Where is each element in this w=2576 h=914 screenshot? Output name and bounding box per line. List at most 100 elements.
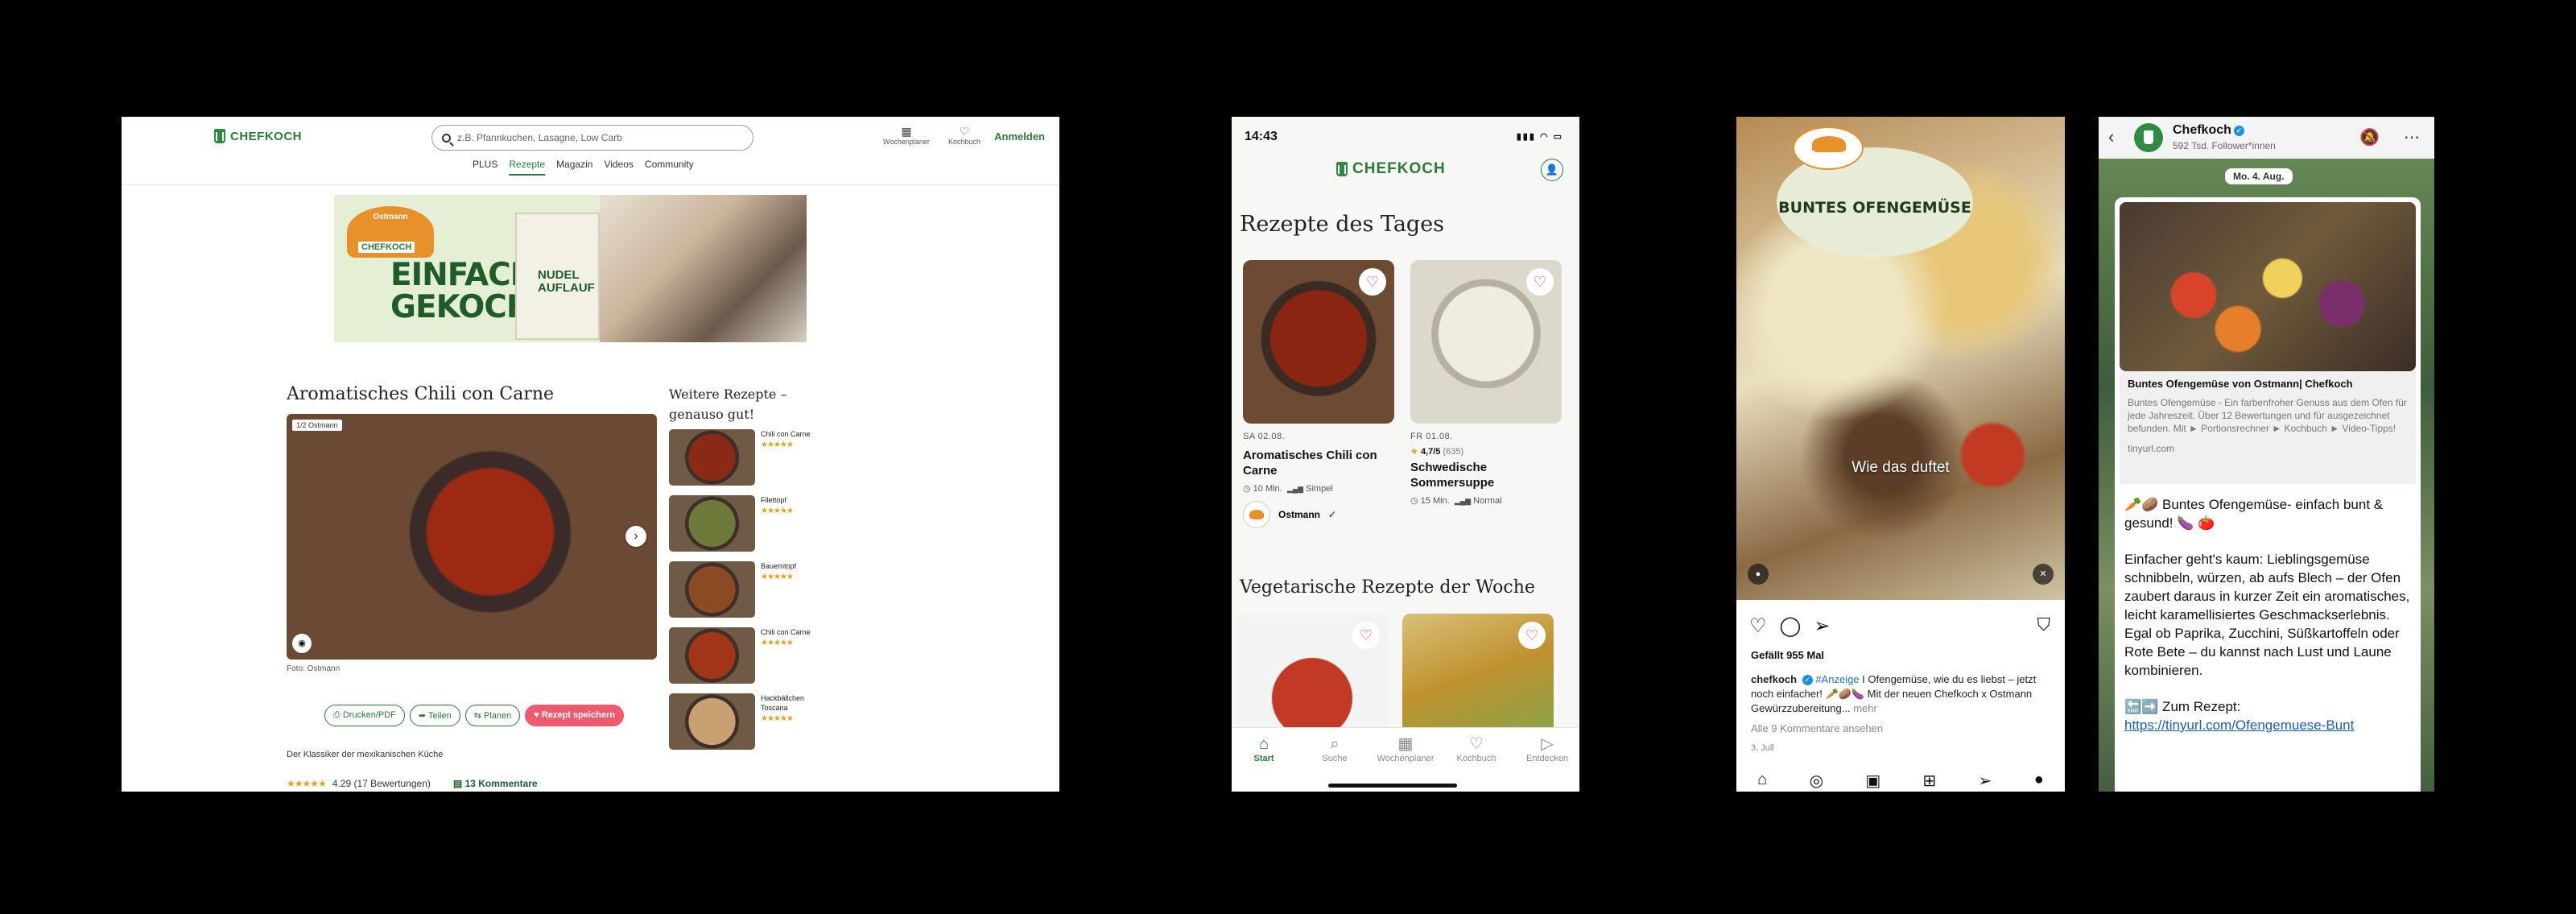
like-icon[interactable]: ♡: [1749, 614, 1767, 638]
preview-domain: tinyurl.com: [2128, 443, 2175, 454]
recipe-link-line: 🔚➡️ Zum Rezept: https://tinyurl.com/Ofen…: [2124, 697, 2414, 734]
rating-stars: ★★★★★: [287, 778, 327, 789]
related-recipe-item[interactable]: Chili con Carne ★★★★★: [669, 627, 814, 685]
tab-suche[interactable]: ⌕ Suche: [1302, 734, 1367, 763]
recipe-hero-image[interactable]: [287, 414, 657, 660]
recipe-subtitle: Der Klassiker der mexikanischen Küche: [287, 750, 444, 759]
favorite-heart-icon[interactable]: ♡: [1359, 268, 1386, 296]
tab-wochenplaner[interactable]: ▦ Wochenplaner: [1373, 734, 1438, 763]
nav-community[interactable]: Community: [645, 159, 694, 176]
link-preview[interactable]: Buntes Ofengemüse von Ostmann| Chefkoch …: [2120, 371, 2416, 484]
heart-icon: ♡: [1469, 735, 1484, 753]
add-icon[interactable]: ⊞: [1923, 771, 1937, 792]
desktop-website: CHEFKOCH z.B. Pfannkuchen, Lasagne, Low …: [122, 117, 1059, 792]
verified-badge-icon: ✓: [1802, 675, 1813, 685]
mute-bell-icon[interactable]: 🔕: [2359, 127, 2380, 147]
tab-label: Entdecken: [1526, 754, 1568, 763]
recipe-thumbnail: [669, 429, 755, 486]
related-recipe-item[interactable]: Bauerntopf ★★★★★: [669, 561, 814, 619]
tab-start[interactable]: ⌂ Start: [1232, 734, 1296, 763]
chef-pot-icon: [1336, 162, 1348, 176]
favorite-heart-icon[interactable]: ♡: [1352, 622, 1380, 649]
recipe-action-buttons: ⎙ Drucken/PDF ➦ Teilen ⇆ Planen ♥ Rezept…: [324, 705, 624, 726]
signal-battery-icon: ▮▮▮ ◠ ▭: [1516, 132, 1563, 142]
difficulty-icon: ▂▄▆: [1454, 497, 1472, 505]
related-recipe-item[interactable]: Hackbällchen Toscana ★★★★★: [669, 693, 814, 751]
channel-avatar[interactable]: [2134, 123, 2163, 152]
channel-name-text: Chefkoch: [2173, 123, 2231, 137]
nav-magazin[interactable]: Magazin: [556, 159, 592, 176]
screenshot-stage: CHEFKOCH z.B. Pfannkuchen, Lasagne, Low …: [0, 0, 2576, 914]
nav-rezepte[interactable]: Rezepte: [509, 159, 546, 176]
username[interactable]: chefkoch: [1751, 673, 1797, 685]
ad-tag[interactable]: #Anzeige: [1815, 673, 1859, 685]
user-tag-icon[interactable]: ●: [1748, 564, 1769, 585]
wochenplaner-label: Wochenplaner: [883, 138, 930, 146]
message-headline: 🥕🥔 Buntes Ofengemüse- einfach bunt & ges…: [2124, 497, 2384, 531]
card-level: Simpel: [1306, 484, 1333, 494]
wochenplaner-link[interactable]: ▦ Wochenplaner: [883, 125, 930, 146]
share-button[interactable]: ➦ Teilen: [409, 705, 460, 726]
followers-count: 592 Tsd. Follower*innen: [2173, 140, 2276, 151]
link-preview-image[interactable]: [2120, 202, 2416, 371]
search-input[interactable]: z.B. Pfannkuchen, Lasagne, Low Carb: [431, 125, 753, 151]
post-caption: chefkoch ✓ #Anzeige I Ofengemüse, wie du…: [1751, 672, 2057, 716]
related-recipe-item[interactable]: Chili con Carne ★★★★★: [669, 429, 814, 487]
card-title: Schwedische Sommersuppe: [1410, 461, 1495, 490]
tab-kochbuch[interactable]: ♡ Kochbuch: [1444, 734, 1509, 763]
card-time: 15 Min.: [1420, 496, 1450, 506]
view-comments-link[interactable]: Alle 9 Kommentare ansehen: [1751, 722, 1883, 734]
related-recipe-item[interactable]: Filettopf ★★★★★: [669, 495, 814, 553]
likes-count[interactable]: Gefällt 955 Mal: [1751, 649, 1824, 661]
vegetarian-card-2[interactable]: ♡: [1402, 614, 1554, 734]
chefkoch-logo[interactable]: CHEFKOCH: [214, 129, 302, 143]
post-actions: ♡ ◯ ➢: [1749, 614, 1830, 638]
next-image-button[interactable]: ›: [625, 526, 646, 547]
daily-recipe-card-1[interactable]: ♡ SA 02.08. Aromatisches Chili con Carne…: [1243, 260, 1394, 528]
plan-label: Planen: [484, 711, 512, 721]
camera-icon[interactable]: ◉: [292, 634, 312, 653]
recipe-thumbnail: [669, 627, 755, 684]
search-placeholder: z.B. Pfannkuchen, Lasagne, Low Carb: [457, 132, 622, 143]
nav-videos[interactable]: Videos: [604, 159, 633, 176]
card-image: ♡: [1243, 260, 1394, 424]
tab-entdecken[interactable]: ▷ Entdecken: [1515, 734, 1579, 763]
explore-icon[interactable]: ◎: [1810, 771, 1823, 792]
print-button[interactable]: ⎙ Drucken/PDF: [324, 705, 405, 726]
vegetarian-card-1[interactable]: ♡: [1236, 614, 1388, 734]
whatsapp-channel: ‹ Chefkoch ✓ 592 Tsd. Follower*innen 🔕 ⋯ …: [2099, 117, 2434, 792]
bookmark-icon[interactable]: ⛉: [2037, 614, 2050, 635]
home-icon[interactable]: ⌂: [1757, 771, 1767, 792]
mobile-app: 14:43 ▮▮▮ ◠ ▭ CHEFKOCH 👤 Rezepte des Tag…: [1232, 117, 1579, 792]
nav-plus[interactable]: PLUS: [473, 159, 497, 176]
channel-name[interactable]: Chefkoch ✓: [2173, 123, 2244, 138]
reels-icon[interactable]: ▣: [1865, 771, 1880, 792]
calendar-icon: ▦: [1397, 735, 1414, 753]
preview-description: Buntes Ofengemüse - Ein farbenfroher Gen…: [2128, 397, 2407, 434]
comment-icon[interactable]: ◯: [1780, 614, 1802, 638]
avatar[interactable]: ●: [2034, 771, 2044, 792]
favorite-heart-icon[interactable]: ♡: [1526, 268, 1554, 296]
recipe-link[interactable]: https://tinyurl.com/Ofengemuese-Bunt: [2124, 718, 2354, 733]
daily-recipe-card-2[interactable]: ♡ FR 01.08. ★ 4,7/5 (635) Schwedische So…: [1410, 260, 1562, 506]
kochbuch-link[interactable]: ♡ Kochbuch: [948, 125, 980, 146]
rating-row: ★★★★★ 4.29 (17 Bewertungen) ▤ 13 Komment…: [287, 778, 538, 789]
back-arrow-icon[interactable]: ‹: [2108, 126, 2114, 147]
plan-button[interactable]: ⇆ Planen: [464, 705, 521, 726]
share-icon[interactable]: ➢: [1814, 614, 1830, 638]
ad-banner[interactable]: Ostmann CHEFKOCH EINFACH GEKOCHT NUDEL A…: [334, 195, 807, 342]
banner-chefkoch-label: CHEFKOCH: [358, 242, 415, 253]
calendar-icon: ▦: [901, 125, 912, 138]
save-recipe-button[interactable]: ♥ Rezept speichern: [525, 705, 624, 726]
mute-icon[interactable]: ✕: [2033, 564, 2054, 585]
favorite-heart-icon[interactable]: ♡: [1518, 622, 1546, 649]
more-options-icon[interactable]: ⋯: [2404, 127, 2420, 147]
comments-link[interactable]: ▤ 13 Kommentare: [453, 778, 538, 789]
direct-icon[interactable]: ➢: [1979, 771, 1992, 792]
package-label: NUDEL AUFLAUF: [538, 268, 595, 295]
recipe-name: Chili con Carne: [761, 430, 811, 438]
profile-icon[interactable]: 👤: [1541, 159, 1563, 181]
rating-text[interactable]: 4.29 (17 Bewertungen): [332, 778, 431, 789]
more-link[interactable]: mehr: [1853, 702, 1877, 714]
login-button[interactable]: Anmelden: [994, 130, 1045, 143]
